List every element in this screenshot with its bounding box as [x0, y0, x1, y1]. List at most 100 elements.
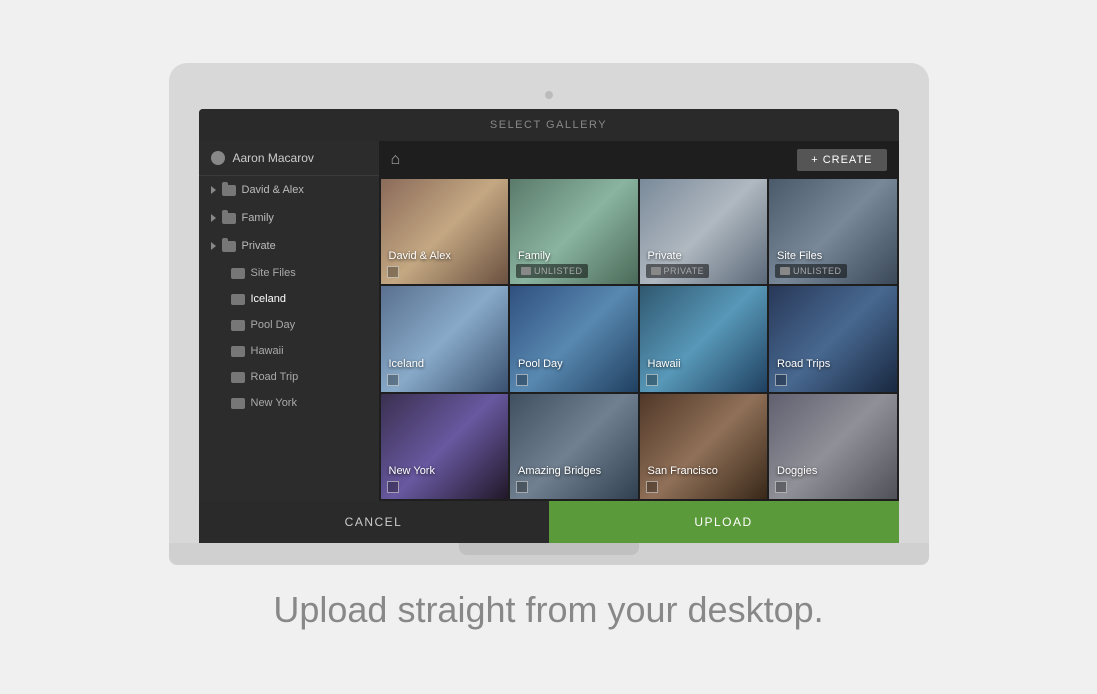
sidebar-sub-label: Road Trip — [251, 371, 299, 383]
laptop-base — [169, 543, 929, 565]
cell-badge: UNLISTED — [516, 264, 588, 278]
cell-checkbox[interactable] — [775, 481, 787, 493]
cell-label: Road Trips — [777, 358, 830, 370]
cell-checkbox[interactable] — [387, 481, 399, 493]
cell-checkbox[interactable] — [516, 481, 528, 493]
cell-bg — [769, 286, 897, 391]
sidebar-sub-item-iceland[interactable]: Iceland — [199, 286, 379, 312]
cell-checkbox[interactable] — [387, 374, 399, 386]
image-icon — [231, 268, 245, 279]
cell-bg — [510, 394, 638, 499]
image-icon — [231, 320, 245, 331]
cell-badge: UNLISTED — [775, 264, 847, 278]
modal-overlay: SELECT GALLERY Aaron Macarov David & A — [199, 109, 899, 543]
gallery-cell-iceland[interactable]: Iceland — [381, 286, 509, 391]
sidebar-item-label: Family — [242, 212, 274, 224]
cell-label: Pool Day — [518, 358, 563, 370]
cell-bg — [381, 286, 509, 391]
badge-text: UNLISTED — [534, 266, 583, 276]
cell-checkbox[interactable] — [646, 374, 658, 386]
sidebar-sub-label: New York — [251, 397, 297, 409]
cell-checkbox[interactable] — [387, 266, 399, 278]
image-icon — [231, 398, 245, 409]
cell-label: Hawaii — [648, 358, 681, 370]
cell-label: Iceland — [389, 358, 424, 370]
gallery-grid: David & Alex Family UNLISTED — [379, 179, 899, 501]
chevron-icon — [211, 242, 216, 250]
modal-title: SELECT GALLERY — [490, 119, 607, 131]
modal-header: SELECT GALLERY — [199, 109, 899, 141]
cell-label: Site Files — [777, 250, 822, 262]
badge-text: PRIVATE — [664, 266, 705, 276]
sidebar-sub-item-site-files[interactable]: Site Files — [199, 260, 379, 286]
tagline: Upload straight from your desktop. — [273, 589, 823, 631]
badge-icon — [521, 267, 531, 275]
sidebar-item-family[interactable]: Family — [199, 204, 379, 232]
sidebar-sub-item-hawaii[interactable]: Hawaii — [199, 338, 379, 364]
sidebar-username: Aaron Macarov — [233, 151, 314, 165]
cell-label: David & Alex — [389, 250, 451, 262]
sidebar-sub-item-pool-day[interactable]: Pool Day — [199, 312, 379, 338]
cell-bg — [510, 286, 638, 391]
cell-badge: PRIVATE — [646, 264, 710, 278]
gallery-cell-road-trips[interactable]: Road Trips — [769, 286, 897, 391]
cell-bg — [381, 394, 509, 499]
gallery-cell-hawaii[interactable]: Hawaii — [640, 286, 768, 391]
cell-checkbox[interactable] — [646, 481, 658, 493]
cell-bg — [640, 286, 768, 391]
sidebar-sub-item-road-trip[interactable]: Road Trip — [199, 364, 379, 390]
cell-bg — [381, 179, 509, 284]
gallery-cell-pool-day[interactable]: Pool Day — [510, 286, 638, 391]
folder-icon — [222, 213, 236, 224]
gallery-cell-david-alex[interactable]: David & Alex — [381, 179, 509, 284]
sidebar-item-private[interactable]: Private — [199, 232, 379, 260]
laptop-camera — [545, 91, 553, 99]
cell-label: San Francisco — [648, 465, 718, 477]
image-icon — [231, 346, 245, 357]
gallery-area: ⌂ + CREATE David & Alex — [379, 141, 899, 501]
folder-icon — [222, 185, 236, 196]
cell-label: Amazing Bridges — [518, 465, 601, 477]
modal-footer: CANCEL UPLOAD — [199, 501, 899, 543]
gallery-cell-private[interactable]: Private PRIVATE — [640, 179, 768, 284]
badge-icon — [780, 267, 790, 275]
gallery-cell-amazing-bridges[interactable]: Amazing Bridges — [510, 394, 638, 499]
sidebar-item-label: David & Alex — [242, 184, 304, 196]
chevron-icon — [211, 186, 216, 194]
sidebar-sub-item-new-york[interactable]: New York — [199, 390, 379, 416]
badge-icon — [651, 267, 661, 275]
cancel-button[interactable]: CANCEL — [199, 501, 549, 543]
image-icon — [231, 294, 245, 305]
cell-label: New York — [389, 465, 435, 477]
cell-bg — [769, 394, 897, 499]
folder-icon — [222, 241, 236, 252]
sidebar-sub-label: Pool Day — [251, 319, 296, 331]
sidebar: Aaron Macarov David & Alex Family — [199, 141, 379, 501]
gallery-cell-new-york[interactable]: New York — [381, 394, 509, 499]
gallery-cell-family[interactable]: Family UNLISTED — [510, 179, 638, 284]
gallery-toolbar: ⌂ + CREATE — [379, 141, 899, 179]
cell-bg — [640, 394, 768, 499]
sidebar-sub-label: Hawaii — [251, 345, 284, 357]
cell-checkbox[interactable] — [516, 374, 528, 386]
cell-label: Private — [648, 250, 682, 262]
image-icon — [231, 372, 245, 383]
sidebar-item-david-alex[interactable]: David & Alex — [199, 176, 379, 204]
sidebar-sub-label: Site Files — [251, 267, 296, 279]
upload-button[interactable]: UPLOAD — [549, 501, 899, 543]
create-button[interactable]: + CREATE — [797, 149, 886, 171]
user-icon — [211, 151, 225, 165]
sidebar-item-label: Private — [242, 240, 276, 252]
gallery-cell-doggies[interactable]: Doggies — [769, 394, 897, 499]
chevron-icon — [211, 214, 216, 222]
badge-text: UNLISTED — [793, 266, 842, 276]
cell-checkbox[interactable] — [775, 374, 787, 386]
sidebar-user: Aaron Macarov — [199, 141, 379, 176]
gallery-cell-san-francisco[interactable]: San Francisco — [640, 394, 768, 499]
gallery-cell-site-files[interactable]: Site Files UNLISTED — [769, 179, 897, 284]
cell-label: Doggies — [777, 465, 817, 477]
home-icon[interactable]: ⌂ — [391, 151, 401, 169]
sidebar-sub-label: Iceland — [251, 293, 286, 305]
cell-label: Family — [518, 250, 550, 262]
laptop-display: SELECT GALLERY Aaron Macarov David & A — [199, 109, 899, 543]
